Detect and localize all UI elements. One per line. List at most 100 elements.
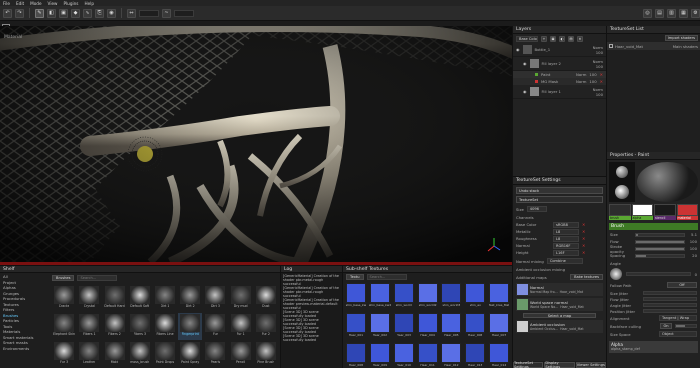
textureset-shader[interactable]: Main shaders [673,44,698,49]
channel-format-select[interactable]: L8 [553,228,579,235]
brush-param-value[interactable]: 5.1 [688,232,697,237]
render-icon[interactable]: ▤ [655,8,664,18]
brush-section-header[interactable]: Brush [609,223,698,230]
visibility-eye-icon[interactable]: ◉ [523,89,527,94]
settings-icon[interactable]: ⚙ [691,8,700,18]
lazy-mouse-icon[interactable]: ~ [162,8,171,18]
alignment-select[interactable]: Tangent | Wrap [659,315,697,321]
camera-icon[interactable]: ◎ [643,8,652,18]
subshelf-tab-textures[interactable]: Textu [346,274,364,280]
lazy-mouse-field[interactable] [174,9,194,17]
subshelf-item[interactable]: Haar_008 [345,343,367,368]
brush-param-value[interactable]: 100 [688,239,697,244]
subshelf-item[interactable]: Haar_010 [393,343,415,368]
shelf-item[interactable]: Fibers 3 [127,313,152,340]
shelf-item[interactable]: Default Soft [127,285,152,312]
shelf-item[interactable]: Fibers 1 [77,313,102,340]
symmetry-icon[interactable]: ⇔ [127,8,136,18]
layer-row[interactable]: ◉ Fill layer 2 Norm 100 [513,57,606,71]
follow-path-toggle[interactable]: Off [667,282,697,288]
subshelf-item[interactable]: Haar_007 [488,313,510,341]
remove-channel-icon[interactable]: ✕ [582,222,585,227]
brush-param-value[interactable]: 100 [688,246,697,251]
redo-icon[interactable]: ↷ [15,8,24,18]
tab-display-settings[interactable]: Display Settings [544,361,575,368]
select-map-button[interactable]: Select a map [523,313,596,318]
size-space-select[interactable]: Object [659,331,697,337]
shelf-item[interactable]: Fingerprint [178,313,203,340]
subshelf-item[interactable]: shin_ao [464,283,486,311]
eraser-tool-icon[interactable]: ◧ [47,8,56,18]
subshelf-item[interactable]: Haar_003 [393,313,415,341]
jitter-slider[interactable] [643,291,697,295]
baked-map-entry[interactable]: Normal Normal Map fro... Haar_void_Mat [516,283,603,296]
menu-file[interactable]: File [3,1,10,6]
undo-icon[interactable]: ↶ [3,8,12,18]
shelf-item[interactable]: Fur [203,313,228,340]
add-folder-icon[interactable]: ▤ [568,35,574,42]
shelf-item[interactable]: Crystal [77,285,102,312]
menu-plugins[interactable]: Plugins [63,1,78,6]
picker-tool-icon[interactable]: ◉ [107,8,116,18]
tab-viewer-settings[interactable]: Viewer Settings [575,361,606,368]
shelf-item[interactable]: Fur 3 [52,341,77,368]
shelf-search-input[interactable]: Search... [77,275,118,281]
backface-culling-slider[interactable] [675,324,697,328]
shelf-tab-brushes[interactable]: Brushes [52,275,75,281]
undo-stack-button[interactable]: Undo stack [516,187,603,194]
material-slot[interactable]: material [676,204,698,220]
baked-map-value[interactable]: Haar_void_Mat [560,305,584,309]
angle-dial[interactable] [610,268,622,280]
subshelf-item[interactable]: Haar_001 [345,313,367,341]
brush-param-slider[interactable] [635,239,685,244]
subshelf-item[interactable]: shin_world2 [417,283,439,311]
alpha-section[interactable]: Alpha alpha_stamp_def [609,341,698,353]
layer-opacity[interactable]: 100 [596,50,603,55]
shelf-item[interactable]: Dust [253,285,278,312]
subshelf-item[interactable]: Haar_005 [441,313,463,341]
subshelf-item[interactable]: Haar_006 [464,313,486,341]
layer-opacity[interactable]: 100 [596,92,603,97]
remove-effect-icon[interactable]: ✕ [600,72,603,77]
smudge-tool-icon[interactable]: ∿ [83,8,92,18]
menu-help[interactable]: Help [84,1,94,6]
stencil-slot[interactable]: stencil [654,204,676,220]
effect-opacity[interactable]: 100 [589,79,596,84]
brush-param-slider[interactable] [635,232,685,237]
visibility-eye-icon[interactable]: ◉ [516,47,520,52]
effect-blend-mode[interactable]: Norm [576,72,586,77]
shelf-item[interactable]: Leather [77,341,102,368]
remove-channel-icon[interactable]: ✕ [582,243,585,248]
shelf-item[interactable]: Pencil [228,341,253,368]
layer-opacity[interactable]: 100 [596,64,603,69]
effect-row[interactable]: Paint Norm 100 ✕ [513,71,606,78]
subshelf-item[interactable]: Haar_012 [441,343,463,368]
subshelf-item[interactable]: shin_base_kw [345,283,367,311]
shelf-item[interactable]: Paint Spray [178,341,203,368]
channel-format-select[interactable]: sRGB8 [553,221,579,228]
layers-channel-select[interactable]: Base Colo [516,35,538,42]
shelf-item[interactable]: Fur 2 [253,313,278,340]
angle-value[interactable]: 0 [695,272,697,277]
material-sphere-preview[interactable] [637,162,698,202]
brush-param-value[interactable]: 20 [688,253,697,258]
layer-row[interactable]: ◉ Fill layer 1 Norm 100 [513,85,606,99]
paint-tool-icon[interactable]: ✎ [35,8,44,18]
baked-map-value[interactable]: Haar_void_Mat [560,290,584,294]
shelf-item[interactable]: moss_brush [127,341,152,368]
shelf-item[interactable]: Dirt 3 [203,285,228,312]
channel-format-select[interactable]: RGB16F [553,242,579,249]
shelf-item[interactable]: Fibers 2 [102,313,127,340]
menu-edit[interactable]: Edit [16,1,24,6]
visibility-eye-icon[interactable]: ◉ [523,61,527,66]
shelf-category-item[interactable]: Environments [3,346,47,352]
remove-effect-icon[interactable]: ✕ [600,79,603,84]
screenshot-icon[interactable]: ▦ [679,8,688,18]
shelf-item[interactable]: Cracks [52,285,77,312]
import-shaders-button[interactable]: Import shaders [664,35,698,41]
brush-param-slider[interactable] [635,246,685,251]
layer-row[interactable]: ◉ Bottle_1 Norm 100 [513,43,606,57]
textureset-tab[interactable]: TextureSet [516,196,603,203]
subshelf-item[interactable]: shin_world3 [441,283,463,311]
baked-map-entry[interactable]: World space normal World Space No... Haar_… [516,298,603,311]
